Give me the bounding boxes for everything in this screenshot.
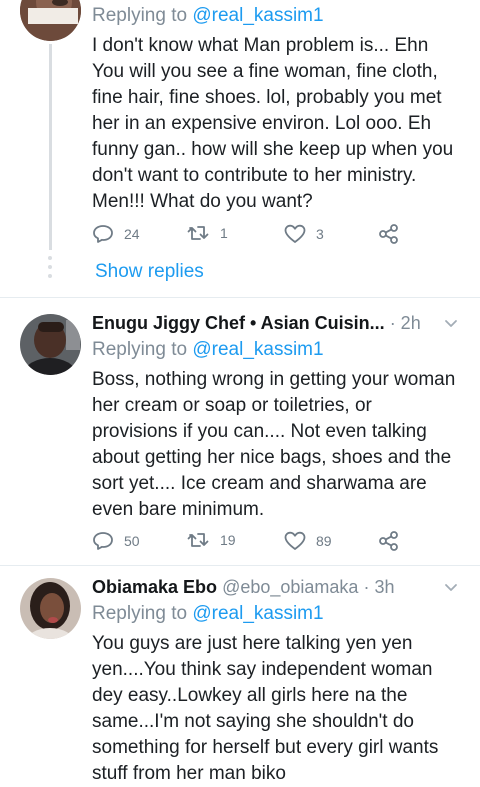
like-button[interactable]: 3	[284, 224, 324, 244]
thread-line	[49, 44, 52, 250]
mention-link[interactable]: @real_kassim1	[192, 5, 323, 26]
reply-count: 24	[124, 226, 140, 242]
display-name[interactable]: Obiamaka Ebo	[92, 577, 217, 597]
like-button[interactable]: 89	[284, 531, 332, 551]
chevron-down-icon[interactable]	[444, 575, 458, 600]
reply-button[interactable]: 24	[92, 224, 140, 244]
heart-icon	[284, 531, 306, 550]
chevron-down-icon[interactable]	[444, 311, 458, 336]
reply-count: 50	[124, 533, 140, 549]
tweet-text: I don't know what Man problem is... Ehn …	[92, 35, 454, 212]
share-icon	[379, 531, 398, 551]
retweet-count: 19	[220, 532, 236, 548]
like-count: 89	[316, 533, 332, 549]
speech-bubble-icon	[93, 225, 113, 243]
retweet-button[interactable]: 1	[186, 224, 228, 242]
show-replies-link[interactable]: Show replies	[95, 261, 204, 283]
retweet-icon	[187, 226, 209, 240]
avatar[interactable]	[20, 578, 81, 639]
avatar[interactable]	[20, 314, 81, 375]
replying-to: Replying to @real_kassim1	[92, 336, 462, 363]
replying-to-label: Replying to	[92, 5, 188, 26]
heart-icon	[284, 224, 306, 243]
retweet-icon	[187, 533, 209, 547]
mention-link[interactable]: @real_kassim1	[192, 339, 323, 360]
replying-to: Replying to @real_kassim1	[92, 2, 462, 29]
avatar[interactable]	[20, 0, 81, 41]
tweet-3[interactable]: Obiamaka Ebo @ebo_obiamaka · 3h Replying…	[0, 566, 480, 787]
display-name[interactable]: Enugu Jiggy Chef • Asian Cuisin...	[92, 313, 385, 333]
replying-to-label: Replying to	[92, 603, 188, 624]
tweet-header: Enugu Jiggy Chef • Asian Cuisin... · 2h	[92, 310, 462, 336]
reply-button[interactable]: 50	[92, 531, 140, 551]
thread-dots	[48, 256, 52, 283]
timestamp[interactable]: · 2h	[390, 313, 421, 333]
tweet-actions: 24 1 3	[92, 224, 412, 248]
replying-to: Replying to @real_kassim1	[92, 600, 462, 627]
username[interactable]: @ebo_obiamaka	[222, 577, 358, 597]
tweet-1[interactable]: Replying to @real_kassim1 I don't know w…	[0, 0, 480, 297]
share-button[interactable]	[378, 531, 400, 551]
tweet-actions: 50 19 89	[92, 531, 412, 555]
retweet-button[interactable]: 19	[186, 531, 236, 549]
timestamp[interactable]: · 3h	[363, 577, 394, 597]
replying-to-label: Replying to	[92, 339, 188, 360]
tweet-2[interactable]: Enugu Jiggy Chef • Asian Cuisin... · 2h …	[0, 298, 480, 565]
speech-bubble-icon	[93, 532, 113, 550]
mention-link[interactable]: @real_kassim1	[192, 603, 323, 624]
tweet-text: You guys are just here talking yen yen y…	[92, 633, 439, 784]
share-button[interactable]	[378, 224, 400, 244]
like-count: 3	[316, 226, 324, 242]
tweet-header: Obiamaka Ebo @ebo_obiamaka · 3h	[92, 574, 462, 600]
retweet-count: 1	[220, 225, 228, 241]
tweet-text: Boss, nothing wrong in getting your woma…	[92, 369, 456, 520]
share-icon	[379, 224, 398, 244]
